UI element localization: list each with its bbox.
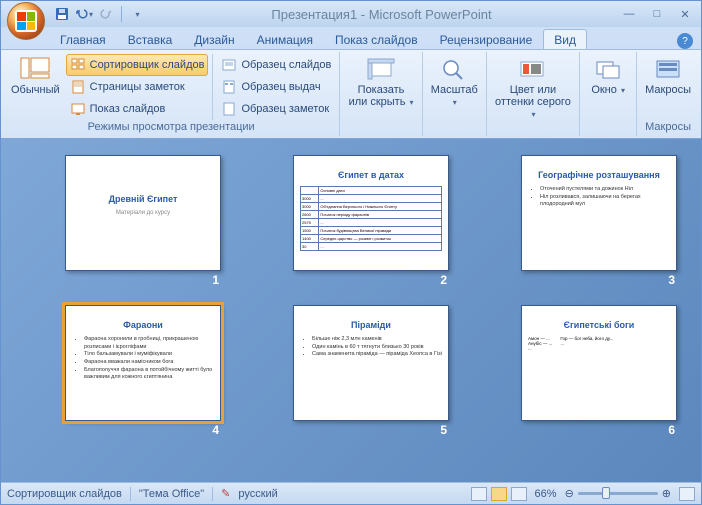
minimize-button[interactable]: —	[617, 6, 641, 22]
group-label-views: Режимы просмотра презентации	[7, 120, 335, 134]
redo-icon[interactable]	[97, 5, 115, 23]
tab-3[interactable]: Анимация	[246, 29, 324, 49]
tab-2[interactable]: Дизайн	[183, 29, 245, 49]
slide-number: 1	[212, 273, 219, 287]
tab-4[interactable]: Показ слайдов	[324, 29, 429, 49]
slide-thumbnail[interactable]: Географічне розташуванняОточений пустеля…	[521, 155, 677, 271]
slide-sorter-button[interactable]: Сортировщик слайдов	[66, 54, 209, 76]
group-label-macros: Макросы	[641, 120, 695, 134]
tab-1[interactable]: Вставка	[117, 29, 184, 49]
save-icon[interactable]	[53, 5, 71, 23]
normal-view-button[interactable]: Обычный	[7, 54, 64, 98]
notes-master-button[interactable]: Образец заметок	[217, 98, 335, 120]
window-title: Презентация1 - Microsoft PowerPoint	[146, 7, 617, 22]
notes-page-button[interactable]: Страницы заметок	[66, 76, 209, 98]
slide-thumbnail[interactable]: Древній ЄгипетМатеріали до курсу	[65, 155, 221, 271]
show-hide-button[interactable]: Показать или скрыть ▾	[344, 54, 417, 110]
fit-window-icon[interactable]	[679, 487, 695, 501]
status-mode: Сортировщик слайдов	[7, 488, 122, 500]
zoom-out-button[interactable]: ⊖	[565, 487, 574, 500]
slide-number: 6	[668, 423, 675, 437]
slide-master-button[interactable]: Образец слайдов	[217, 54, 335, 76]
sorter-view-icon[interactable]	[491, 487, 507, 501]
slideshow-button[interactable]: Показ слайдов	[66, 98, 209, 120]
help-button[interactable]: ?	[677, 33, 693, 49]
zoom-level[interactable]: 66%	[535, 488, 557, 500]
slide-sorter-workspace[interactable]: Древній ЄгипетМатеріали до курсу 1 Єгипет …	[1, 139, 701, 482]
office-button[interactable]	[7, 2, 45, 40]
slide-number: 2	[440, 273, 447, 287]
qat-customize-icon[interactable]: ▾	[128, 5, 146, 23]
status-theme: "Тема Office"	[139, 488, 204, 500]
normal-view-icon[interactable]	[471, 487, 487, 501]
slide-thumbnail[interactable]: Єгипет в датахОсновні дати3000...3000Об'…	[293, 155, 449, 271]
tab-6[interactable]: Вид	[543, 29, 587, 50]
maximize-button[interactable]: □	[645, 6, 669, 22]
slide-number: 5	[440, 423, 447, 437]
zoom-slider[interactable]	[578, 492, 658, 495]
slide-thumbnail[interactable]: Єгипетські богиАмон — ...Анубіс — ......…	[521, 305, 677, 421]
slide-thumbnail[interactable]: ПірамідиБільше ніж 2,3 млн каменівОдин к…	[293, 305, 449, 421]
slideshow-view-icon[interactable]	[511, 487, 527, 501]
macros-button[interactable]: Макросы	[641, 54, 695, 98]
close-button[interactable]: ✕	[673, 6, 697, 22]
slide-number: 4	[212, 423, 219, 437]
undo-icon[interactable]: ▾	[75, 5, 93, 23]
tab-0[interactable]: Главная	[49, 29, 117, 49]
slide-thumbnail[interactable]: ФараониФараона хоронили в гробниці, прик…	[65, 305, 221, 421]
color-grayscale-button[interactable]: Цвет или оттенки серого ▾	[491, 54, 575, 122]
window-button[interactable]: Окно ▾	[584, 54, 632, 98]
tab-5[interactable]: Рецензирование	[429, 29, 544, 49]
status-language[interactable]: русский	[238, 488, 277, 500]
zoom-in-button[interactable]: ⊕	[662, 487, 671, 500]
slide-number: 3	[668, 273, 675, 287]
handout-master-button[interactable]: Образец выдач	[217, 76, 335, 98]
zoom-button[interactable]: Масштаб ▾	[427, 54, 482, 110]
spellcheck-icon[interactable]: ✎	[221, 487, 230, 500]
